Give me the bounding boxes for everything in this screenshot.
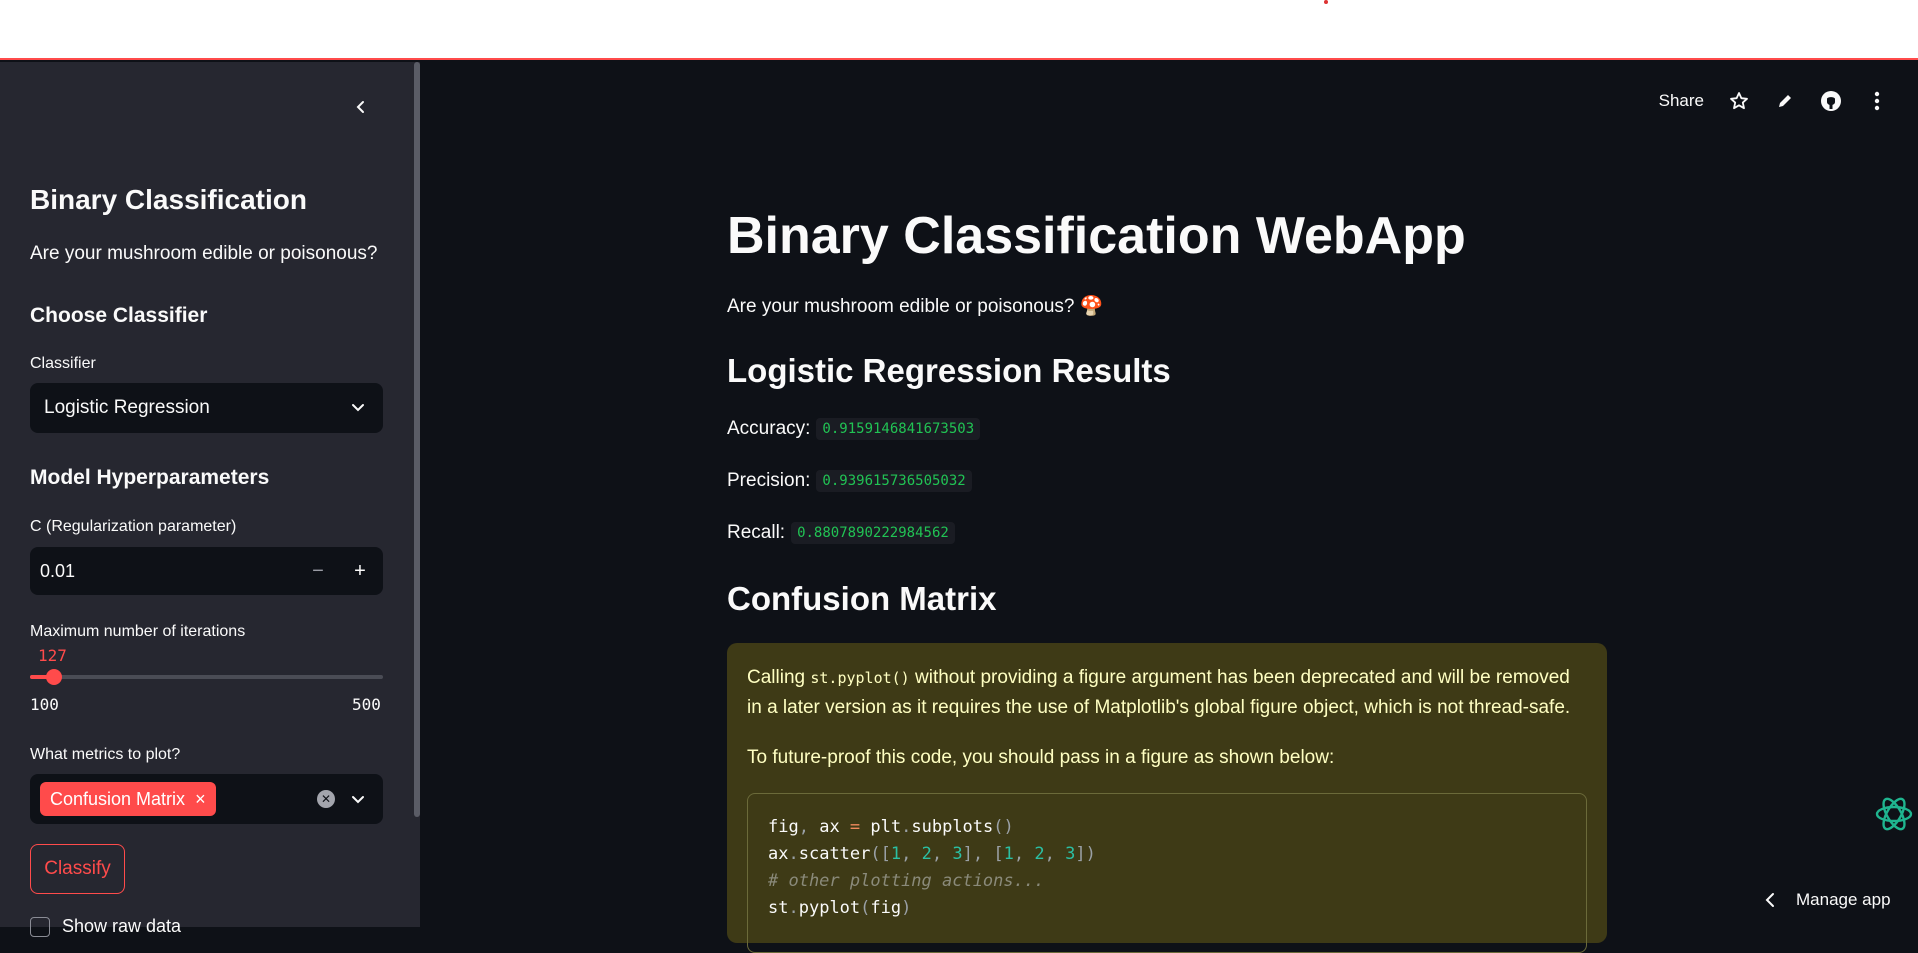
manage-app-label: Manage app <box>1796 890 1891 909</box>
classifier-select-value: Logistic Regression <box>44 397 210 418</box>
share-button[interactable]: Share <box>1659 91 1704 111</box>
results-heading: Logistic Regression Results <box>727 352 1171 389</box>
metric-value: 0.8807890222984562 <box>791 522 955 544</box>
warning-text: Calling st.pyplot() without providing a … <box>747 667 1571 718</box>
star-icon[interactable] <box>1728 90 1750 112</box>
chevron-left-icon <box>1765 893 1774 907</box>
max-iter-slider[interactable] <box>30 669 383 685</box>
slider-min-label: 100 <box>30 695 59 714</box>
metric-precision: Precision: 0.939615736505032 <box>727 470 972 492</box>
page-subtitle: Are your mushroom edible or poisonous? 🍄 <box>727 296 1104 317</box>
metric-tag-label: Confusion Matrix <box>50 788 186 809</box>
chevron-down-icon <box>352 404 364 412</box>
warning-code: st.pyplot() <box>810 669 910 687</box>
c-param-value: 0.01 <box>40 560 76 581</box>
classify-button[interactable]: Classify <box>30 844 125 894</box>
metrics-label: What metrics to plot? <box>30 746 181 763</box>
metric-label: Recall: <box>727 522 786 543</box>
chevron-left-icon <box>356 101 364 113</box>
top-bar <box>0 0 1918 60</box>
tag-remove-icon[interactable]: × <box>195 789 206 810</box>
hyperparameters-heading: Model Hyperparameters <box>30 466 270 489</box>
increment-button[interactable]: + <box>345 556 375 586</box>
metric-tag: Confusion Matrix × <box>40 782 216 816</box>
github-icon[interactable] <box>1820 90 1842 112</box>
more-vertical-icon[interactable] <box>1866 90 1888 112</box>
ai-assistant-icon[interactable] <box>1872 792 1916 836</box>
sidebar-subtitle: Are your mushroom edible or poisonous? <box>30 243 378 264</box>
metric-value: 0.9159146841673503 <box>816 418 981 440</box>
clear-all-icon[interactable]: ✕ <box>317 790 335 808</box>
slider-thumb[interactable] <box>45 669 62 685</box>
collapse-sidebar-button[interactable] <box>348 94 374 120</box>
max-iter-current-value: 127 <box>38 646 67 665</box>
decrement-button[interactable]: − <box>303 556 333 586</box>
metric-label: Precision: <box>727 470 811 491</box>
classifier-label: Classifier <box>30 355 96 372</box>
chevron-down-icon[interactable] <box>349 790 367 808</box>
code-block: fig, ax = plt.subplots() ax.scatter([1, … <box>747 793 1587 953</box>
deprecation-warning: Calling st.pyplot() without providing a … <box>727 643 1607 953</box>
slider-max-label: 500 <box>352 695 381 714</box>
sidebar-scrollbar[interactable] <box>414 62 420 817</box>
metric-accuracy: Accuracy: 0.9159146841673503 <box>727 418 981 440</box>
loading-dot <box>1324 0 1328 4</box>
metrics-multiselect[interactable]: Confusion Matrix × ✕ <box>30 774 383 824</box>
edit-pencil-icon[interactable] <box>1774 90 1796 112</box>
app-toolbar: Share <box>1659 90 1888 112</box>
max-iter-label: Maximum number of iterations <box>30 623 246 640</box>
sidebar-title: Binary Classification <box>30 184 307 215</box>
choose-classifier-heading: Choose Classifier <box>30 304 208 327</box>
warning-future-text: To future-proof this code, you should pa… <box>747 747 1335 768</box>
classifier-select[interactable]: Logistic Regression <box>30 383 383 433</box>
metric-recall: Recall: 0.8807890222984562 <box>727 522 955 544</box>
c-param-input[interactable]: 0.01 − + <box>30 547 383 595</box>
metric-value: 0.939615736505032 <box>816 470 972 492</box>
metric-label: Accuracy: <box>727 418 811 439</box>
page-title: Binary Classification WebApp <box>727 207 1466 265</box>
confusion-heading: Confusion Matrix <box>727 580 997 617</box>
c-param-label: C (Regularization parameter) <box>30 518 237 535</box>
manage-app-button[interactable]: Manage app <box>1764 890 1891 910</box>
